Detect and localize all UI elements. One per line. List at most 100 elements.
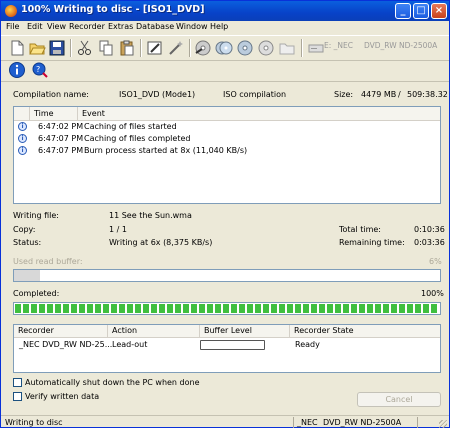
size-label: Size: bbox=[334, 90, 354, 99]
recorder-table[interactable]: Recorder Action Buffer Level Recorder St… bbox=[13, 324, 441, 373]
secondary-toolbar: ? bbox=[1, 59, 449, 82]
toolbar-separator bbox=[140, 39, 142, 57]
status-bar: Writing to disc _NEC DVD_RW ND-2500A bbox=[1, 415, 449, 429]
column-header-buffer-level[interactable]: Buffer Level bbox=[200, 325, 290, 337]
toolbar-separator bbox=[301, 39, 303, 57]
paste-icon[interactable] bbox=[118, 39, 136, 57]
column-header-recorder[interactable]: Recorder bbox=[14, 325, 108, 337]
erase-icon[interactable] bbox=[236, 39, 254, 57]
info-icon: i bbox=[18, 134, 27, 143]
size-time: 509:38.32 bbox=[407, 90, 448, 99]
cancel-button[interactable]: Cancel bbox=[357, 392, 441, 407]
copy-icon[interactable] bbox=[97, 39, 115, 57]
list-item[interactable]: i 6:47:07 PM Caching of files completed bbox=[14, 133, 440, 145]
window-title: 100% Writing to disc - [ISO1_DVD] bbox=[21, 4, 205, 15]
event-text: Caching of files started bbox=[84, 122, 177, 131]
size-mb: 4479 MB bbox=[361, 90, 397, 99]
new-icon[interactable] bbox=[8, 39, 26, 57]
writing-file-label: Writing file: bbox=[13, 211, 59, 220]
burn-progress-window: 100% Writing to disc - [ISO1_DVD] _ □ × … bbox=[0, 0, 450, 428]
column-header-action[interactable]: Action bbox=[108, 325, 200, 337]
close-button[interactable]: × bbox=[431, 3, 447, 19]
toolbar-separator bbox=[189, 39, 191, 57]
completed-label: Completed: bbox=[13, 289, 60, 298]
completed-progress-bar bbox=[13, 302, 441, 315]
help-search-icon[interactable]: ? bbox=[31, 61, 49, 79]
event-text: Burn process started at 8x (11,040 KB/s) bbox=[84, 146, 248, 155]
menu-recorder[interactable]: Recorder bbox=[69, 22, 105, 31]
svg-text:?: ? bbox=[36, 65, 40, 74]
burn-icon[interactable] bbox=[194, 39, 212, 57]
info-icon: i bbox=[18, 122, 27, 131]
menu-file[interactable]: File bbox=[6, 22, 19, 31]
list-item[interactable]: i 6:47:02 PM Caching of files started bbox=[14, 121, 440, 133]
recorder-state: Ready bbox=[295, 340, 320, 349]
status-value: Writing at 6x (8,375 KB/s) bbox=[109, 238, 213, 247]
total-time-label: Total time: bbox=[339, 225, 381, 234]
auto-shutdown-label[interactable]: Automatically shut down the PC when done bbox=[25, 378, 200, 387]
menu-bar: File Edit View Recorder Extras Database … bbox=[1, 21, 449, 34]
folder-icon[interactable] bbox=[278, 39, 296, 57]
status-drive-model: DVD_RW ND-2500A bbox=[323, 418, 402, 427]
status-label: Status: bbox=[13, 238, 42, 247]
event-log-header: Time Event bbox=[14, 107, 440, 121]
buffer-level-bar bbox=[200, 340, 265, 350]
column-header-recorder-state[interactable]: Recorder State bbox=[290, 325, 440, 337]
remaining-time-value: 0:03:36 bbox=[414, 238, 445, 247]
status-separator bbox=[417, 417, 418, 428]
title-bar[interactable]: 100% Writing to disc - [ISO1_DVD] _ □ × bbox=[1, 1, 449, 21]
menu-extras[interactable]: Extras bbox=[108, 22, 133, 31]
copy-label: Copy: bbox=[13, 225, 36, 234]
verify-label[interactable]: Verify written data bbox=[25, 392, 99, 401]
wizard-icon[interactable] bbox=[167, 39, 185, 57]
drive-icon bbox=[308, 44, 324, 53]
copy-disc-icon[interactable] bbox=[215, 39, 233, 57]
read-buffer-label: Used read buffer: bbox=[13, 257, 83, 266]
menu-view[interactable]: View bbox=[47, 22, 66, 31]
status-separator bbox=[293, 417, 294, 428]
minimize-button[interactable]: _ bbox=[395, 3, 411, 19]
open-icon[interactable] bbox=[28, 39, 46, 57]
save-icon[interactable] bbox=[48, 39, 66, 57]
properties-icon[interactable] bbox=[146, 39, 164, 57]
event-time: 6:47:02 PM bbox=[38, 122, 84, 131]
list-item[interactable]: i 6:47:07 PM Burn process started at 8x … bbox=[14, 145, 440, 157]
drive-prefix: E: _NEC bbox=[324, 41, 353, 50]
compilation-type: ISO compilation bbox=[223, 90, 287, 99]
recorder-name: _NEC DVD_RW ND-25... bbox=[19, 340, 113, 349]
recorder-table-header: Recorder Action Buffer Level Recorder St… bbox=[14, 325, 440, 338]
maximize-button[interactable]: □ bbox=[413, 3, 429, 19]
status-drive-prefix: _NEC bbox=[297, 418, 318, 427]
column-header-event[interactable]: Event bbox=[78, 107, 440, 120]
auto-shutdown-checkbox[interactable] bbox=[13, 378, 22, 387]
disc-info-icon[interactable] bbox=[257, 39, 275, 57]
event-log[interactable]: Time Event i 6:47:02 PM Caching of files… bbox=[13, 106, 441, 204]
recorder-action: Lead-out bbox=[112, 340, 148, 349]
info-icon: i bbox=[18, 146, 27, 155]
drive-selector[interactable]: E: _NEC DVD_RW ND-2500A bbox=[324, 41, 438, 55]
menu-database[interactable]: Database bbox=[136, 22, 174, 31]
resize-grip[interactable] bbox=[439, 420, 447, 428]
copy-value: 1 / 1 bbox=[109, 225, 127, 234]
completed-progress-fill bbox=[15, 304, 439, 313]
status-text: Writing to disc bbox=[5, 418, 63, 427]
read-buffer-fill bbox=[14, 270, 40, 281]
menu-help[interactable]: Help bbox=[210, 22, 228, 31]
compilation-name-value: ISO1_DVD (Mode1) bbox=[119, 90, 196, 99]
app-icon bbox=[5, 5, 17, 17]
total-time-value: 0:10:36 bbox=[414, 225, 445, 234]
remaining-time-label: Remaining time: bbox=[339, 238, 405, 247]
read-buffer-percent: 6% bbox=[429, 257, 442, 266]
writing-file-value: 11 See the Sun.wma bbox=[109, 211, 192, 220]
event-time: 6:47:07 PM bbox=[38, 146, 84, 155]
toolbar-separator bbox=[70, 39, 72, 57]
drive-model: DVD_RW ND-2500A bbox=[364, 41, 438, 50]
cut-icon[interactable] bbox=[76, 39, 94, 57]
compilation-name-label: Compilation name: bbox=[13, 90, 89, 99]
column-header-icon[interactable] bbox=[14, 107, 30, 120]
info-icon[interactable] bbox=[8, 61, 26, 79]
column-header-time[interactable]: Time bbox=[30, 107, 78, 120]
menu-edit[interactable]: Edit bbox=[27, 22, 43, 31]
verify-checkbox[interactable] bbox=[13, 392, 22, 401]
menu-window[interactable]: Window bbox=[176, 22, 208, 31]
